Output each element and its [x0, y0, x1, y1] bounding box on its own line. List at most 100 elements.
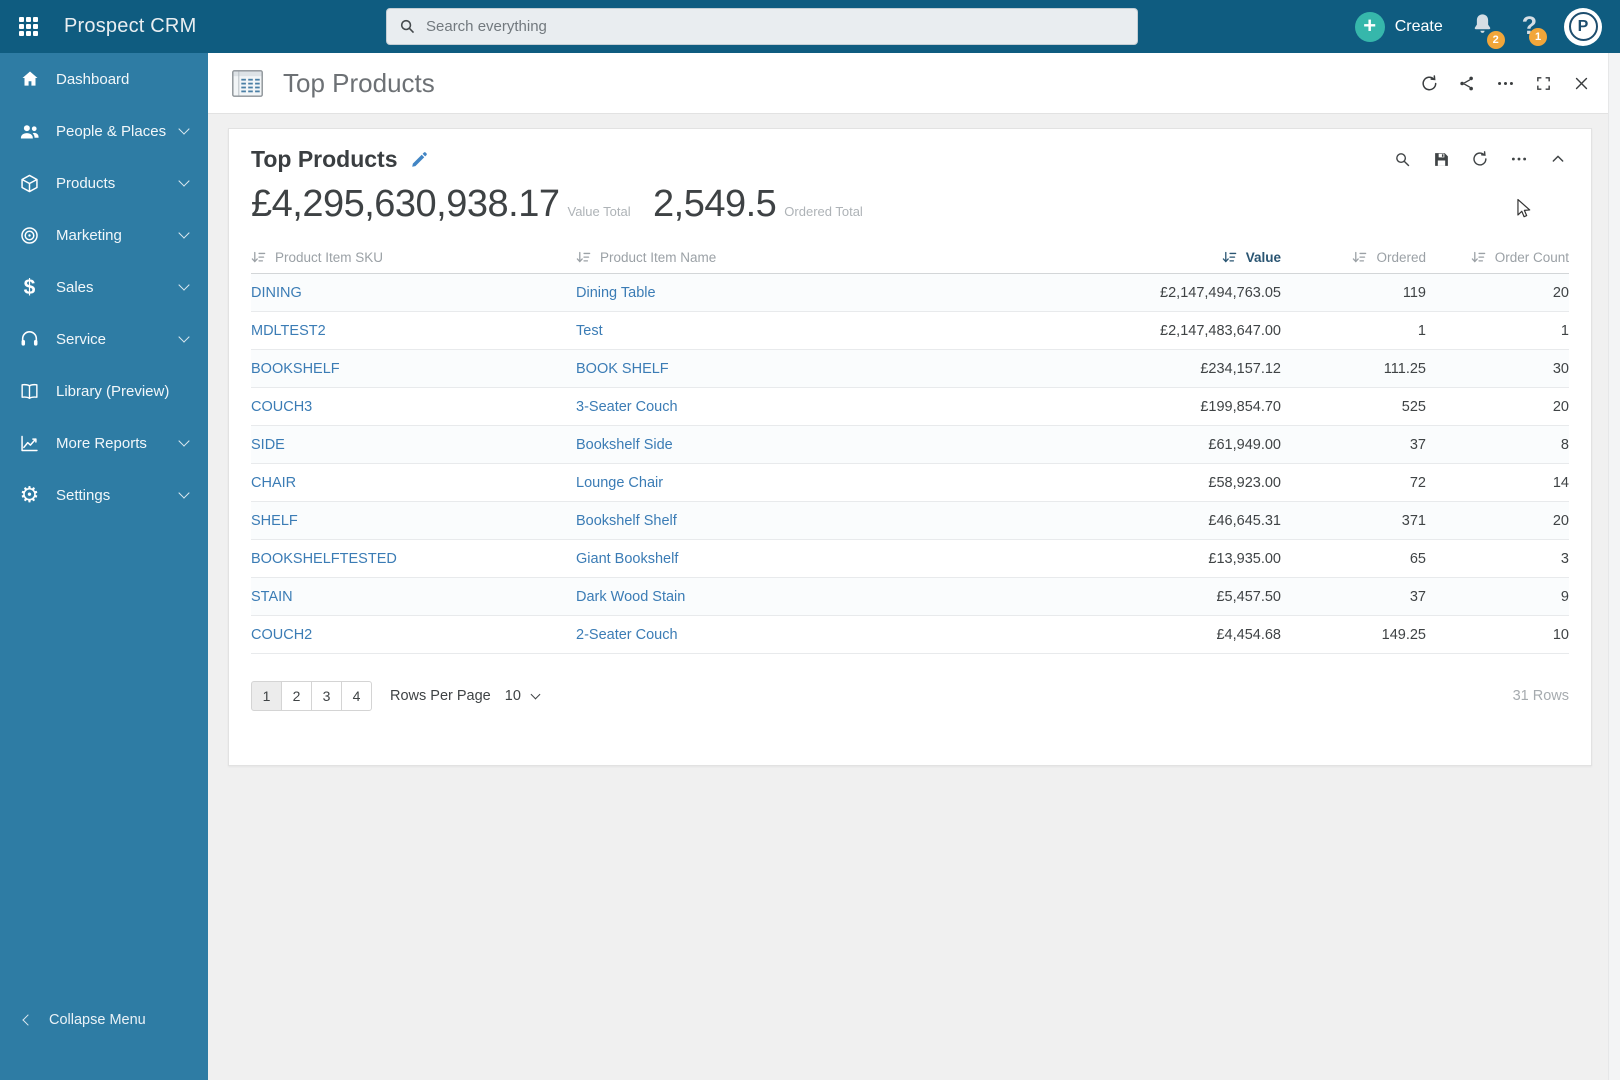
sidebar-item[interactable]: ⚙ Settings	[0, 469, 208, 521]
sort-icon	[576, 251, 591, 263]
more-report-options-icon[interactable]	[1508, 148, 1530, 170]
global-search[interactable]	[386, 8, 1138, 45]
product-name-link[interactable]: Dining Table	[576, 285, 656, 301]
cell-sku: SHELF	[251, 501, 576, 540]
sidebar-item-label: Dashboard	[56, 70, 130, 88]
chevron-down-icon	[178, 435, 190, 447]
sku-link[interactable]: SIDE	[251, 437, 285, 453]
product-name-link[interactable]: Dark Wood Stain	[576, 589, 685, 605]
sidebar-item-label: More Reports	[56, 434, 147, 452]
cell-order-count: 1	[1426, 311, 1569, 350]
avatar[interactable]: P	[1564, 7, 1602, 46]
pagination: 1 2 3 4 Rows Per Page 10 31 Rows	[251, 681, 1569, 711]
column-header[interactable]: Value	[951, 241, 1281, 274]
search-icon	[400, 19, 415, 34]
save-icon[interactable]	[1430, 148, 1452, 170]
rows-per-page-label: Rows Per Page	[390, 688, 491, 704]
sort-icon	[251, 251, 266, 263]
table-row: STAIN Dark Wood Stain £5,457.50 37 9	[251, 577, 1569, 616]
column-header[interactable]: Order Count	[1426, 241, 1569, 274]
share-icon[interactable]	[1456, 72, 1478, 94]
page-button[interactable]: 4	[341, 681, 372, 711]
more-options-icon[interactable]	[1494, 72, 1516, 94]
sku-link[interactable]: SHELF	[251, 513, 298, 529]
help-button[interactable]: ? 1	[1522, 14, 1547, 46]
sku-link[interactable]: COUCH2	[251, 627, 312, 643]
pencil-icon	[411, 151, 427, 167]
product-name-link[interactable]: 3-Seater Couch	[576, 399, 678, 415]
collapse-menu-button[interactable]: Collapse Menu	[0, 1002, 208, 1038]
column-header[interactable]: Product Item Name	[576, 241, 951, 274]
column-header[interactable]: Ordered	[1281, 241, 1426, 274]
search-report-icon[interactable]	[1391, 148, 1413, 170]
product-name-link[interactable]: BOOK SHELF	[576, 361, 669, 377]
sidebar-item[interactable]: More Reports	[0, 417, 208, 469]
cell-sku: COUCH3	[251, 387, 576, 426]
chevron-down-icon	[178, 279, 190, 291]
collapse-panel-icon[interactable]	[1547, 148, 1569, 170]
product-name-link[interactable]: Giant Bookshelf	[576, 551, 678, 567]
product-name-link[interactable]: 2-Seater Couch	[576, 627, 678, 643]
sidebar-item[interactable]: Marketing	[0, 209, 208, 261]
cell-value: £5,457.50	[951, 577, 1281, 616]
sku-link[interactable]: STAIN	[251, 589, 293, 605]
sidebar-item[interactable]: Products	[0, 157, 208, 209]
page-button[interactable]: 3	[311, 681, 342, 711]
chevron-down-icon	[178, 175, 190, 187]
cell-value: £46,645.31	[951, 501, 1281, 540]
refresh-report-icon[interactable]	[1469, 148, 1491, 170]
cell-value: £13,935.00	[951, 539, 1281, 578]
page-header: Top Products	[208, 53, 1608, 114]
table-row: CHAIR Lounge Chair £58,923.00 72 14	[251, 463, 1569, 502]
product-name-link[interactable]: Bookshelf Side	[576, 437, 673, 453]
sort-icon	[1353, 251, 1367, 263]
sku-link[interactable]: BOOKSHELFTESTED	[251, 551, 397, 567]
cell-order-count: 9	[1426, 577, 1569, 616]
column-header[interactable]: Product Item SKU	[251, 241, 576, 274]
rows-per-page-select[interactable]: 10	[505, 688, 541, 704]
cube-icon	[18, 172, 41, 195]
cell-ordered: 119	[1281, 273, 1426, 312]
sidebar-item[interactable]: People & Places	[0, 105, 208, 157]
sort-icon	[1222, 251, 1236, 263]
search-input[interactable]	[426, 18, 1125, 35]
edit-title-button[interactable]	[410, 150, 429, 169]
close-icon[interactable]	[1570, 72, 1592, 94]
sku-link[interactable]: COUCH3	[251, 399, 312, 415]
page-button[interactable]: 2	[281, 681, 312, 711]
sidebar-item-label: People & Places	[56, 122, 167, 140]
report-card: Top Products £4,295,630,938.17 Value Tot…	[228, 128, 1592, 766]
scrollbar[interactable]	[1608, 53, 1620, 1080]
value-total-label: Value Total	[567, 204, 631, 219]
page-button[interactable]: 1	[251, 681, 282, 711]
sidebar-item-label: Settings	[56, 486, 111, 504]
fullscreen-icon[interactable]	[1532, 72, 1554, 94]
sidebar-item-label: Products	[56, 174, 116, 192]
sidebar-item[interactable]: Dashboard	[0, 53, 208, 105]
cell-value: £58,923.00	[951, 463, 1281, 502]
sku-link[interactable]: DINING	[251, 285, 302, 301]
app-grid-icon[interactable]	[16, 15, 40, 39]
cell-name: Bookshelf Shelf	[576, 501, 951, 540]
cell-sku: BOOKSHELF	[251, 349, 576, 388]
refresh-icon[interactable]	[1418, 72, 1440, 94]
sidebar-item[interactable]: Service	[0, 313, 208, 365]
sidebar-item[interactable]: Library (Preview)	[0, 365, 208, 417]
sku-link[interactable]: BOOKSHELF	[251, 361, 340, 377]
sidebar-item[interactable]: $ Sales	[0, 261, 208, 313]
cell-ordered: 111.25	[1281, 349, 1426, 388]
cell-ordered: 37	[1281, 577, 1426, 616]
chevron-down-icon	[530, 689, 541, 699]
sku-link[interactable]: CHAIR	[251, 475, 296, 491]
product-name-link[interactable]: Lounge Chair	[576, 475, 663, 491]
sku-link[interactable]: MDLTEST2	[251, 323, 326, 339]
target-icon	[18, 224, 41, 247]
create-button[interactable]: + Create	[1354, 11, 1443, 42]
total-rows: 31 Rows	[1512, 688, 1569, 704]
cell-ordered: 371	[1281, 501, 1426, 540]
notifications-button[interactable]: 2	[1470, 11, 1505, 49]
people-icon	[18, 120, 41, 143]
notifications-badge: 2	[1486, 31, 1505, 49]
product-name-link[interactable]: Bookshelf Shelf	[576, 513, 677, 529]
product-name-link[interactable]: Test	[576, 323, 603, 339]
